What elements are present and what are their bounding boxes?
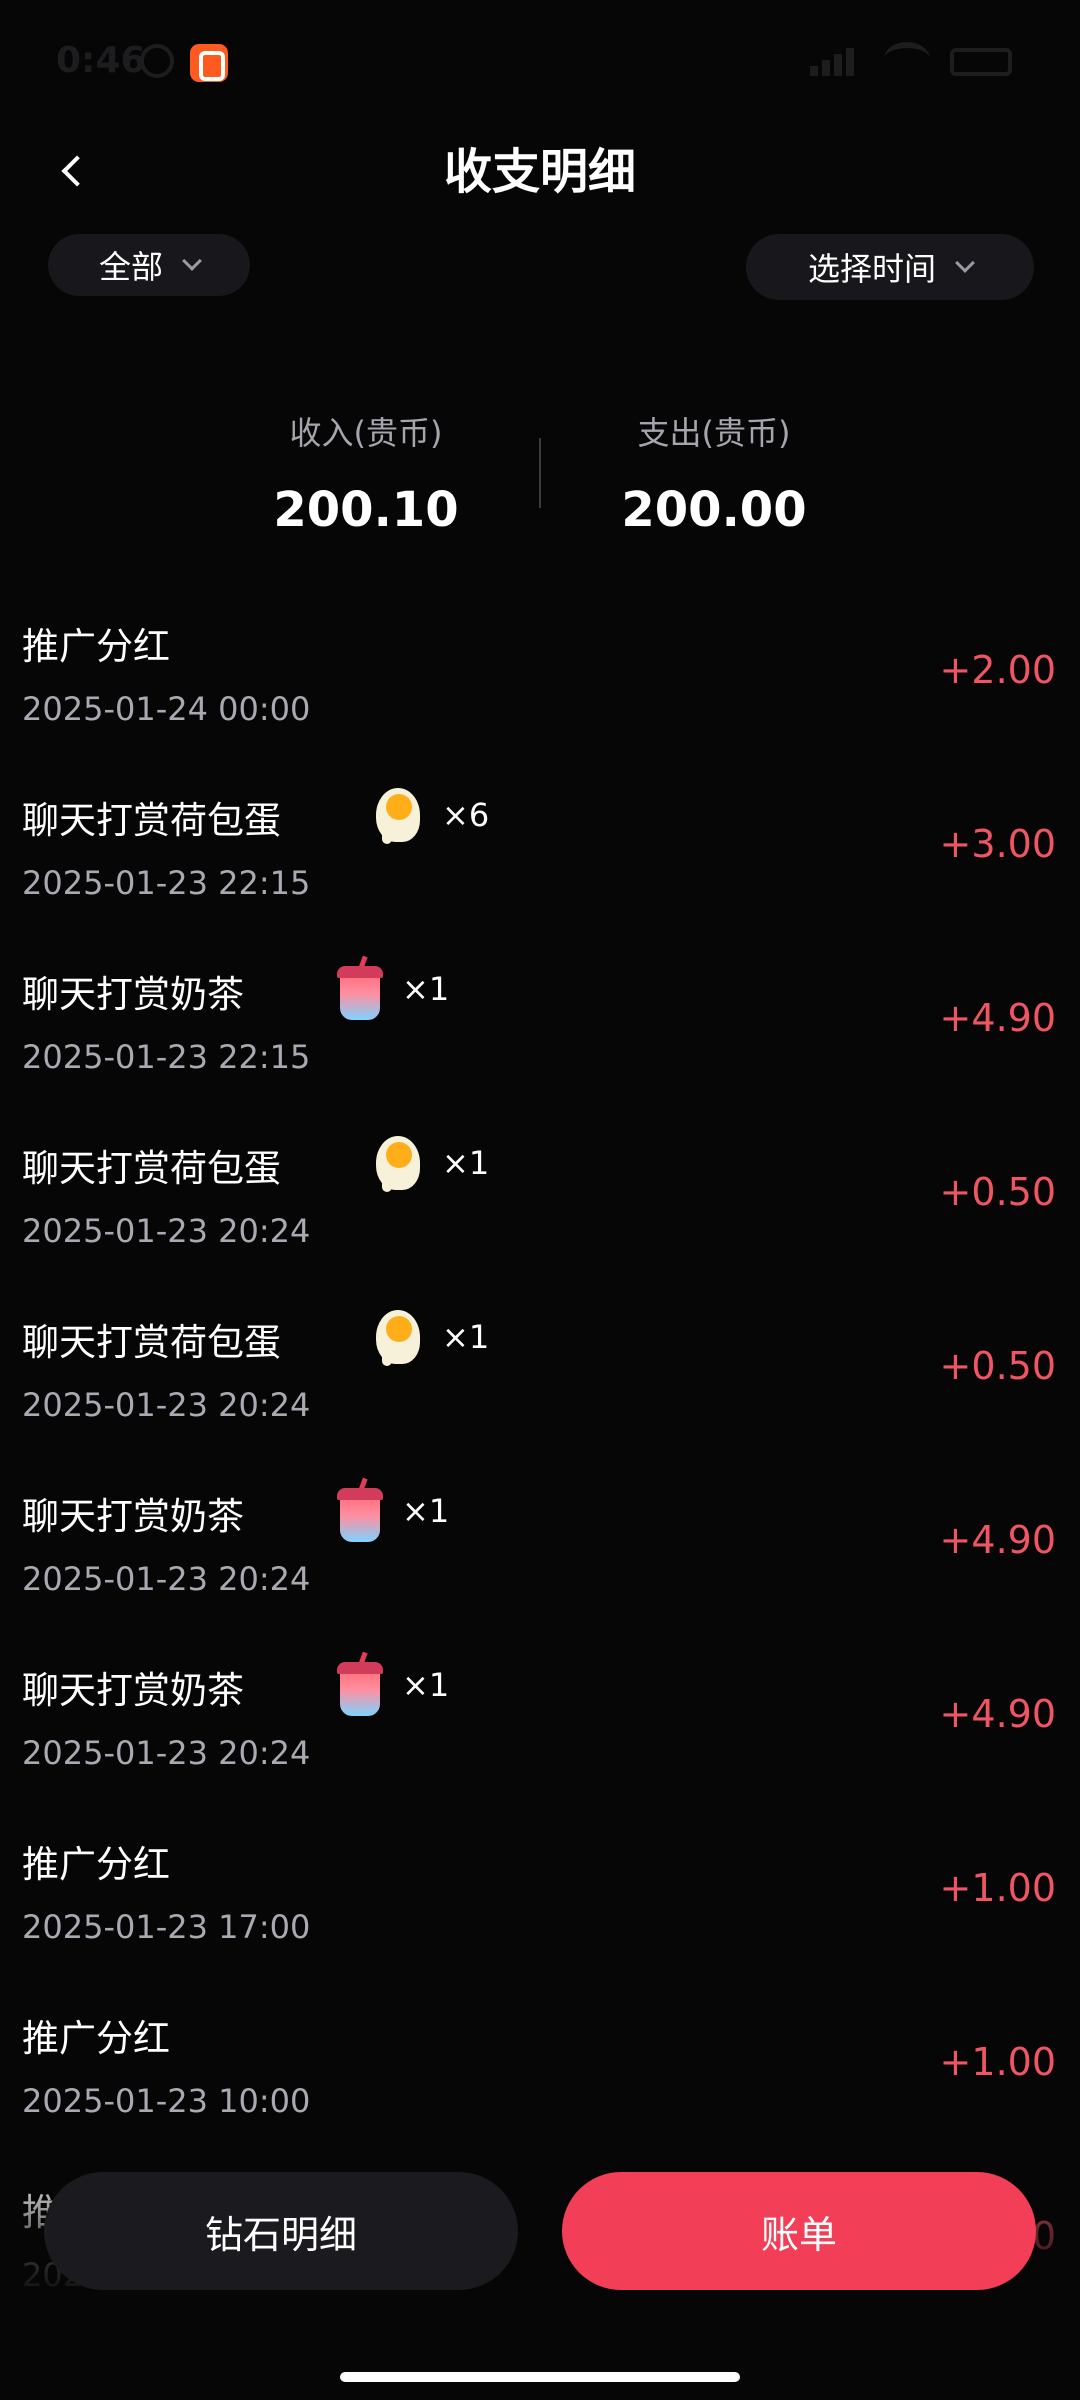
record-title: 聊天打赏荷包蛋	[22, 1321, 281, 1364]
milk-tea-icon	[332, 1651, 388, 1716]
bill-button[interactable]: 账单	[562, 2172, 1036, 2290]
record-title: 推广分红	[22, 2017, 170, 2060]
record-time: 2025-01-23 10:00	[22, 2082, 311, 2120]
expense-label: 支出(贵币)	[637, 414, 791, 452]
expense-summary: 支出(贵币) 200.00	[564, 408, 864, 538]
record-amount: +4.90	[939, 996, 1056, 1040]
list-item[interactable]: 聊天打赏奶茶 2025-01-23 20:24 +4.90 ×1	[0, 1477, 1080, 1654]
gift-count: ×1	[442, 1144, 490, 1182]
record-amount: +4.90	[939, 1692, 1056, 1736]
record-amount: +0.50	[939, 1170, 1056, 1214]
record-time: 2025-01-23 22:15	[22, 1038, 311, 1076]
list-item[interactable]: 推广分红 2025-01-23 10:00 +1.00	[0, 2002, 1080, 2176]
app-notification-icon	[190, 44, 228, 82]
milk-tea-icon	[332, 1477, 388, 1542]
record-amount: +1.00	[939, 2040, 1056, 2084]
list-item[interactable]: 聊天打赏荷包蛋 2025-01-23 20:24 +0.50 ×1	[0, 1306, 1080, 1480]
record-time: 2025-01-23 22:15	[22, 864, 311, 902]
gift-count: ×6	[442, 796, 490, 834]
time-filter-label: 选择时间	[807, 250, 936, 288]
wifi-icon	[884, 42, 930, 76]
do-not-disturb-icon	[140, 44, 174, 78]
summary-divider	[539, 438, 541, 508]
income-label: 收入(贵币)	[289, 414, 443, 452]
battery-icon	[950, 48, 1012, 76]
gift-count: ×1	[402, 1666, 450, 1704]
time-filter-dropdown[interactable]: 选择时间	[746, 234, 1034, 300]
record-amount: +1.00	[939, 1866, 1056, 1910]
chevron-down-icon	[182, 251, 202, 271]
chevron-down-icon	[955, 253, 975, 273]
list-item[interactable]: 聊天打赏荷包蛋 2025-01-23 22:15 +3.00 ×6	[0, 784, 1080, 958]
record-list: 推广分红 2025-01-24 00:00 +2.00 聊天打赏荷包蛋 2025-01-…	[0, 610, 1080, 2350]
page-title: 收支明细	[443, 144, 636, 200]
gift-count: ×1	[402, 970, 450, 1008]
record-title: 聊天打赏荷包蛋	[22, 799, 281, 842]
record-title: 聊天打赏奶茶	[22, 1495, 244, 1538]
type-filter-label: 全部	[98, 248, 163, 286]
record-time: 2025-01-24 00:00	[22, 690, 311, 728]
list-item[interactable]: 聊天打赏奶茶 2025-01-23 20:24 +4.90 ×1	[0, 1651, 1080, 1828]
list-item[interactable]: 聊天打赏荷包蛋 2025-01-23 20:24 +0.50 ×1	[0, 1132, 1080, 1306]
home-indicator[interactable]	[340, 2372, 740, 2382]
fried-egg-icon	[372, 1306, 428, 1368]
record-title: 推广分红	[22, 625, 170, 668]
record-time: 2025-01-23 17:00	[22, 1908, 311, 1946]
record-amount: +4.90	[939, 1518, 1056, 1562]
signal-icon	[810, 46, 860, 76]
fried-egg-icon	[372, 784, 428, 846]
expense-value: 200.00	[621, 482, 807, 538]
record-amount: +2.00	[939, 648, 1056, 692]
record-title: 推广分红	[22, 1843, 170, 1886]
list-item[interactable]: 推广分红 2025-01-24 00:00 +2.00	[0, 610, 1080, 784]
status-time: 0:46	[56, 40, 146, 81]
record-amount: +3.00	[939, 822, 1056, 866]
screen: 0:46 收支明细 全部 选择时间 收入(贵币) 200.10 支出(贵币) 2…	[0, 0, 1080, 2400]
gift-count: ×1	[402, 1492, 450, 1530]
record-title: 聊天打赏奶茶	[22, 973, 244, 1016]
record-time: 2025-01-23 20:24	[22, 1560, 311, 1598]
record-title: 聊天打赏奶茶	[22, 1669, 244, 1712]
income-value: 200.10	[273, 482, 459, 538]
record-amount: +0.50	[939, 1344, 1056, 1388]
list-item[interactable]: 聊天打赏奶茶 2025-01-23 22:15 +4.90 ×1	[0, 955, 1080, 1132]
gift-count: ×1	[442, 1318, 490, 1356]
status-bar: 0:46	[0, 0, 1080, 120]
record-time: 2025-01-23 20:24	[22, 1212, 311, 1250]
milk-tea-icon	[332, 955, 388, 1020]
diamond-detail-button[interactable]: 钻石明细	[44, 2172, 518, 2290]
record-time: 2025-01-23 20:24	[22, 1734, 311, 1772]
list-item[interactable]: 推广分红 2025-01-23 17:00 +1.00	[0, 1828, 1080, 2002]
record-time: 2025-01-23 20:24	[22, 1386, 311, 1424]
record-title: 聊天打赏荷包蛋	[22, 1147, 281, 1190]
type-filter-dropdown[interactable]: 全部	[48, 234, 250, 296]
income-summary: 收入(贵币) 200.10	[216, 408, 516, 538]
fried-egg-icon	[372, 1132, 428, 1194]
